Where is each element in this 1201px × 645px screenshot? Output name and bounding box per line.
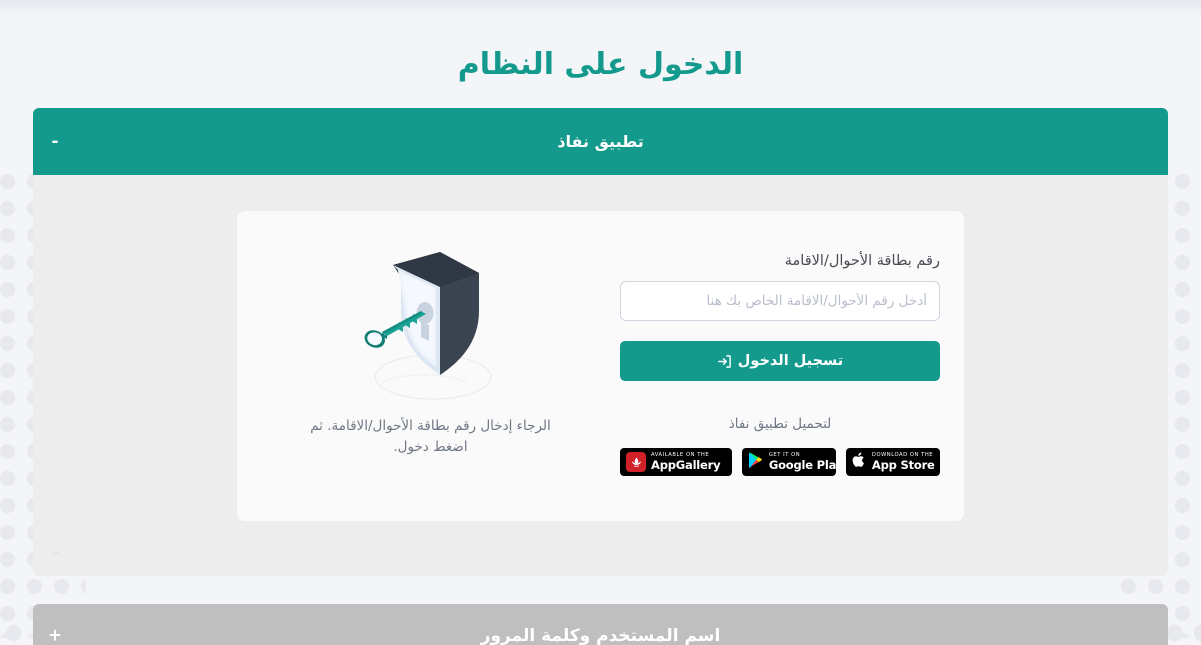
page-title: الدخول على النظام (457, 47, 744, 82)
badge-apple-big: App Store (871, 457, 935, 472)
download-note: لتحميل تطبيق نفاذ (728, 416, 832, 432)
badge-google-big: Google Play (768, 457, 836, 472)
login-page: الدخول على النظام - تطبيق نفاذ رقم بطاقة… (0, 0, 1201, 645)
sign-in-icon (717, 354, 732, 369)
expand-plus-icon[interactable]: + (47, 627, 63, 645)
panel-header-credentials[interactable]: اسم المستخدم وكلمة المرور + (33, 604, 1168, 645)
panel-body-nafath: رقم بطاقة الأحوال/الاقامة تسجيل الدخول (33, 175, 1168, 576)
badge-appgallery-big: AppGallery (651, 457, 721, 472)
shield-with-key-icon (336, 243, 526, 408)
huawei-logo-icon (626, 452, 646, 472)
badge-google-play[interactable]: Get it on Google Play (741, 448, 836, 476)
login-accordion: - تطبيق نفاذ رقم بطاقة الأحوال/الاقامة ت… (33, 108, 1168, 645)
badge-appgallery[interactable]: Available on the AppGallery (620, 448, 732, 476)
login-button-label: تسجيل الدخول (737, 353, 844, 369)
store-badges: Available on the AppGallery (620, 448, 940, 476)
panel-credentials: اسم المستخدم وكلمة المرور + (33, 604, 1168, 645)
nafath-card: رقم بطاقة الأحوال/الاقامة تسجيل الدخول (237, 211, 964, 521)
panel-header-credentials-label: اسم المستخدم وكلمة المرور (480, 626, 721, 645)
national-id-input[interactable] (620, 281, 940, 321)
ghost-collapse-icon: - (53, 542, 60, 561)
panel-header-nafath-label: تطبيق نفاذ (557, 132, 644, 151)
panel-header-nafath[interactable]: - تطبيق نفاذ (33, 108, 1168, 175)
badge-app-store[interactable]: Download on the App Store (845, 448, 940, 476)
nafath-form: رقم بطاقة الأحوال/الاقامة تسجيل الدخول (620, 237, 940, 476)
google-play-icon (748, 452, 764, 473)
collapse-minus-icon[interactable]: - (47, 133, 63, 150)
panel-nafath: - تطبيق نفاذ رقم بطاقة الأحوال/الاقامة ت… (33, 108, 1168, 576)
login-button[interactable]: تسجيل الدخول (620, 341, 940, 381)
nafath-illustration-column: الرجاء إدخال رقم بطاقة الأحوال/الاقامة. … (261, 237, 600, 458)
illustration-hint: الرجاء إدخال رقم بطاقة الأحوال/الاقامة. … (310, 418, 551, 455)
id-field-label: رقم بطاقة الأحوال/الاقامة (784, 253, 940, 269)
panel-spacer (33, 576, 1168, 604)
apple-logo-icon (852, 451, 867, 473)
